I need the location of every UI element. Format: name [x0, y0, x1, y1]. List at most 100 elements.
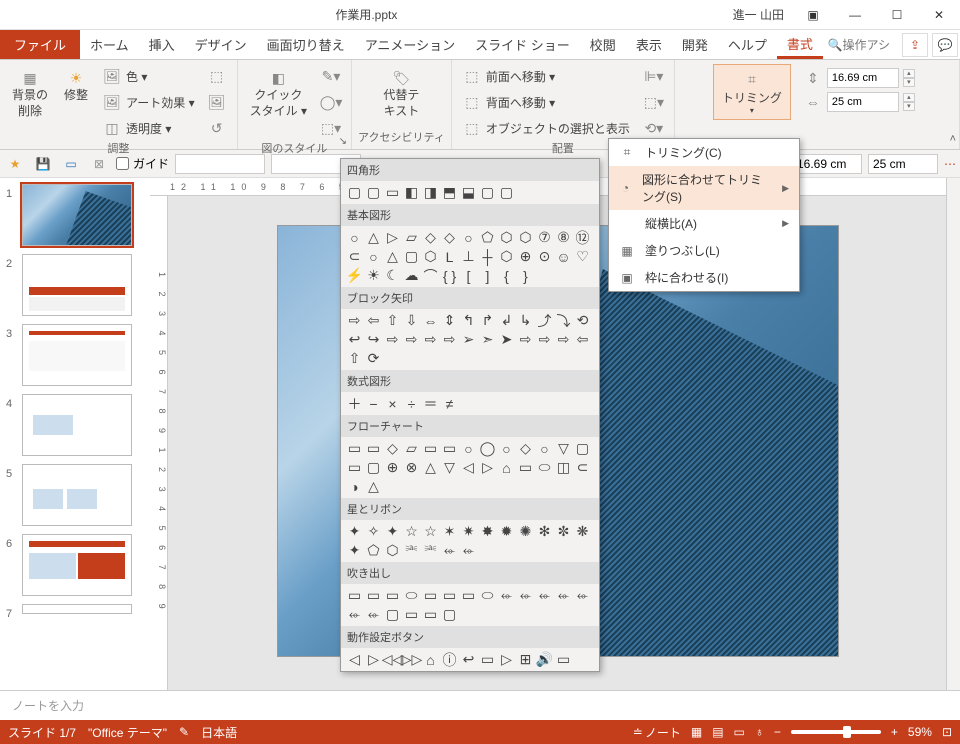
- shape-option[interactable]: ⬭: [402, 586, 421, 605]
- tab-animations[interactable]: アニメーション: [355, 30, 465, 59]
- shape-option[interactable]: ▢: [440, 605, 459, 624]
- shape-option[interactable]: ⇨: [554, 330, 573, 349]
- shape-option[interactable]: ▢: [364, 458, 383, 477]
- qat-favorites-icon[interactable]: ★: [4, 153, 26, 175]
- shape-option[interactable]: ○: [497, 439, 516, 458]
- shape-option[interactable]: ⬰: [497, 586, 516, 605]
- shape-option[interactable]: ＝: [421, 394, 440, 413]
- shape-option[interactable]: ]: [478, 266, 497, 285]
- zoom-in-icon[interactable]: +: [891, 725, 898, 739]
- shape-option[interactable]: ⬰: [516, 586, 535, 605]
- shape-option[interactable]: ⬭: [478, 586, 497, 605]
- change-picture-button[interactable]: 🖼: [203, 90, 231, 114]
- shape-option[interactable]: ⬡: [497, 228, 516, 247]
- shape-option[interactable]: ÷: [402, 394, 421, 413]
- corrections-button[interactable]: ☀ 修整: [58, 64, 94, 140]
- shape-option[interactable]: ⬡: [421, 247, 440, 266]
- shape-option[interactable]: ⇔: [421, 311, 440, 330]
- shape-option[interactable]: ⌂: [421, 650, 440, 669]
- zoom-percent[interactable]: 59%: [908, 725, 932, 739]
- crop-menu-fill[interactable]: ▦塗りつぶし(L): [609, 237, 799, 264]
- remove-background-button[interactable]: ▦ 背景の 削除: [6, 64, 54, 140]
- tab-view[interactable]: 表示: [626, 30, 672, 59]
- thumb-slide-3[interactable]: [22, 324, 132, 386]
- shape-option[interactable]: ⓘ: [440, 650, 459, 669]
- shape-option[interactable]: ⚡: [345, 266, 364, 285]
- shape-option[interactable]: ⬰: [554, 586, 573, 605]
- shape-option[interactable]: ▭: [478, 650, 497, 669]
- qat-height[interactable]: 16.69 cm: [792, 154, 862, 174]
- height-spin-down[interactable]: ▾: [903, 78, 915, 87]
- thumb-slide-1[interactable]: [22, 184, 132, 246]
- tab-help[interactable]: ヘルプ: [718, 30, 777, 59]
- shape-option[interactable]: ➤: [497, 330, 516, 349]
- shape-option[interactable]: ☀: [364, 266, 383, 285]
- shape-option[interactable]: ▷: [478, 458, 497, 477]
- shape-option[interactable]: ⇨: [421, 330, 440, 349]
- status-spell-check-icon[interactable]: ✎: [179, 725, 189, 739]
- tab-review[interactable]: 校閲: [580, 30, 626, 59]
- shape-option[interactable]: ⬡: [497, 247, 516, 266]
- qat-more-icon[interactable]: ⋯: [944, 157, 956, 171]
- thumb-slide-4[interactable]: [22, 394, 132, 456]
- shape-option[interactable]: ▭: [421, 605, 440, 624]
- shape-option[interactable]: ⬰: [535, 586, 554, 605]
- shape-option[interactable]: { }: [440, 266, 459, 285]
- shape-option[interactable]: }: [516, 266, 535, 285]
- shape-option[interactable]: ▽: [440, 458, 459, 477]
- dialog-launcher-icon[interactable]: ↘: [339, 136, 347, 147]
- comments-icon[interactable]: 💬: [932, 33, 958, 57]
- shape-option[interactable]: ⬰: [459, 541, 478, 560]
- shape-option[interactable]: ▱: [402, 228, 421, 247]
- shape-option[interactable]: ▭: [364, 439, 383, 458]
- artistic-effects-button[interactable]: 🖼アート効果 ▾: [98, 90, 199, 114]
- shape-option[interactable]: ▢: [345, 183, 364, 202]
- shape-option[interactable]: ⎃: [421, 541, 440, 560]
- shape-option[interactable]: ┼: [478, 247, 497, 266]
- shape-option[interactable]: {: [497, 266, 516, 285]
- crop-button[interactable]: ⌗ トリミング ▾: [713, 64, 791, 120]
- shape-option[interactable]: ☺: [554, 247, 573, 266]
- tab-design[interactable]: デザイン: [185, 30, 257, 59]
- shape-option[interactable]: ⟳: [364, 349, 383, 368]
- rotate-button[interactable]: ⟲▾: [640, 116, 668, 140]
- tab-transitions[interactable]: 画面切り替え: [257, 30, 355, 59]
- shape-option[interactable]: ✷: [459, 522, 478, 541]
- shape-option[interactable]: ⬰: [573, 586, 592, 605]
- zoom-slider[interactable]: [791, 730, 881, 734]
- shape-option[interactable]: ✺: [516, 522, 535, 541]
- shape-option[interactable]: ⇨: [535, 330, 554, 349]
- shape-option[interactable]: ⇨: [383, 330, 402, 349]
- shape-option[interactable]: −: [364, 394, 383, 413]
- shape-option[interactable]: ◧: [402, 183, 421, 202]
- thumb-slide-6[interactable]: [22, 534, 132, 596]
- shape-option[interactable]: ⑧: [554, 228, 573, 247]
- shape-option[interactable]: ☁: [402, 266, 421, 285]
- status-slide-count[interactable]: スライド 1/7: [8, 724, 76, 741]
- reset-picture-button[interactable]: ↺: [203, 116, 231, 140]
- shape-option[interactable]: ◁: [459, 458, 478, 477]
- shape-option[interactable]: ⬰: [364, 605, 383, 624]
- shape-option[interactable]: ⬡: [383, 541, 402, 560]
- shape-option[interactable]: ☆: [402, 522, 421, 541]
- shape-option[interactable]: ☾: [383, 266, 402, 285]
- shape-option[interactable]: ⇨: [345, 311, 364, 330]
- guide-checkbox-input[interactable]: [116, 157, 129, 170]
- shape-option[interactable]: ♡: [573, 247, 592, 266]
- shape-option[interactable]: ✦: [345, 541, 364, 560]
- shape-option[interactable]: ⇦: [364, 311, 383, 330]
- shape-option[interactable]: ▢: [364, 183, 383, 202]
- shape-option[interactable]: ⇨: [516, 330, 535, 349]
- tab-developer[interactable]: 開発: [672, 30, 718, 59]
- shape-option[interactable]: ⊕: [516, 247, 535, 266]
- qat-layout-icon[interactable]: ▭: [60, 153, 82, 175]
- shape-option[interactable]: ✦: [383, 522, 402, 541]
- crop-menu-crop[interactable]: ⌗トリミング(C): [609, 139, 799, 166]
- tab-file[interactable]: ファイル: [0, 30, 80, 59]
- shape-option[interactable]: ▭: [440, 439, 459, 458]
- shape-option[interactable]: ▢: [497, 183, 516, 202]
- shape-option[interactable]: ○: [364, 247, 383, 266]
- shape-option[interactable]: ⬒: [440, 183, 459, 202]
- shape-option[interactable]: ▷: [497, 650, 516, 669]
- shape-option[interactable]: ◫: [554, 458, 573, 477]
